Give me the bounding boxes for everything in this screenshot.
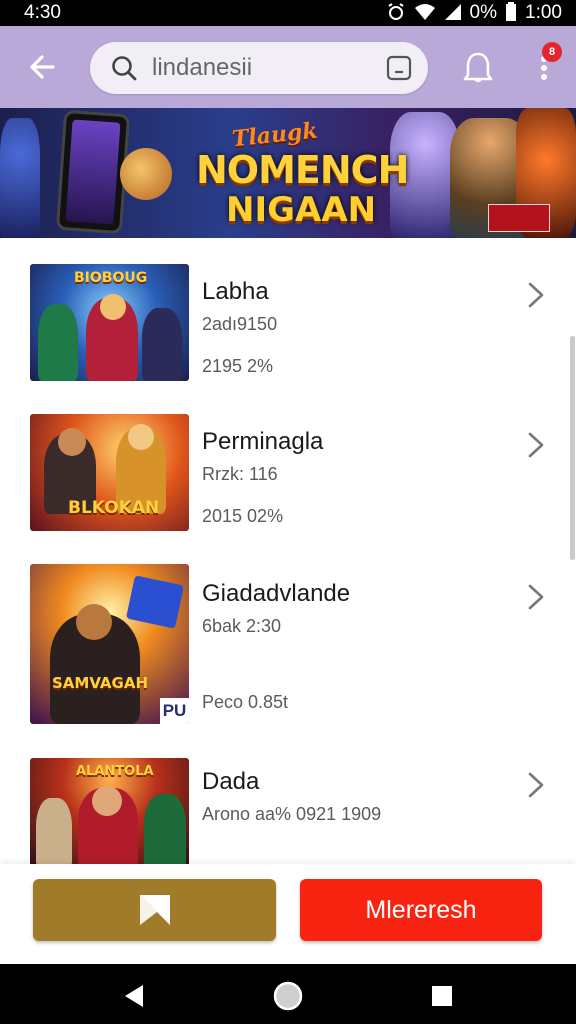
item-thumbnail: SAMVAGAH PU bbox=[30, 564, 189, 724]
wifi-icon bbox=[414, 3, 436, 24]
banner-character-left bbox=[0, 118, 40, 238]
scan-icon[interactable] bbox=[386, 55, 412, 81]
status-time-right: 1:00 bbox=[525, 2, 562, 23]
system-nav-bar bbox=[0, 964, 576, 1024]
notification-badge: 8 bbox=[542, 42, 562, 62]
app-bar: lindanesii 8 bbox=[0, 26, 576, 108]
back-button[interactable] bbox=[12, 37, 72, 97]
battery-icon bbox=[505, 1, 517, 25]
game-list: BIOBOUG Labha 2adı9150 2195 2% BLKOKAN P… bbox=[0, 238, 576, 864]
thumb-logo: SAMVAGAH bbox=[52, 674, 149, 692]
item-subtitle: Rrzk: 116 bbox=[202, 464, 278, 484]
search-input[interactable]: lindanesii bbox=[90, 42, 428, 94]
item-subtitle: 2adı9150 bbox=[202, 314, 278, 334]
nav-back-button[interactable] bbox=[116, 978, 152, 1014]
notification-button[interactable] bbox=[456, 46, 500, 90]
chevron-right-icon bbox=[528, 584, 544, 610]
scrollbar[interactable] bbox=[570, 336, 575, 560]
item-title: Labha bbox=[202, 278, 269, 305]
play-store-icon bbox=[139, 895, 170, 925]
item-meta: 2195 2% bbox=[202, 356, 274, 376]
nav-home-icon bbox=[273, 981, 303, 1011]
chevron-right-icon bbox=[528, 432, 544, 458]
thumb-badge: PU bbox=[160, 698, 189, 724]
item-title: Dada bbox=[202, 768, 260, 795]
item-subtitle: 6bak 2:30 bbox=[202, 616, 282, 636]
thumb-logo: ALANTOLA bbox=[76, 764, 154, 779]
nav-home-button[interactable] bbox=[270, 978, 306, 1014]
thumb-logo: BIOBOUG bbox=[74, 270, 148, 286]
refresh-button[interactable]: Mlereresh bbox=[300, 879, 542, 941]
item-subtitle: Arono aa% 0921 1909 bbox=[202, 804, 382, 824]
item-thumbnail: BIOBOUG bbox=[30, 264, 189, 381]
item-title: Giadadvlande bbox=[202, 580, 351, 607]
promo-banner[interactable]: Tlaugk NOMENCH NIGAAN bbox=[0, 108, 576, 238]
list-item[interactable]: ALANTOLA Dada Arono aa% 0921 1909 bbox=[0, 748, 576, 864]
phone-illustration bbox=[55, 109, 131, 235]
search-icon bbox=[112, 56, 137, 81]
banner-title-main: NOMENCH bbox=[196, 148, 409, 192]
chevron-right-icon bbox=[528, 772, 544, 798]
bell-icon bbox=[463, 52, 493, 83]
alarm-icon bbox=[386, 2, 406, 25]
banner-title-sub: NIGAAN bbox=[226, 190, 377, 230]
nav-recents-icon bbox=[432, 986, 452, 1006]
list-item[interactable]: BIOBOUG Labha 2adı9150 2195 2% bbox=[0, 258, 576, 408]
play-store-button[interactable] bbox=[33, 879, 276, 941]
list-item[interactable]: SAMVAGAH PU Giadadvlande 6bak 2:30 Peco … bbox=[0, 560, 576, 730]
status-icons: 0% 1:00 bbox=[386, 1, 562, 25]
list-item[interactable]: BLKOKAN Perminagla Rrzk: 116 2015 02% bbox=[0, 408, 576, 558]
battery-percent: 0% bbox=[469, 2, 498, 23]
thumb-logo: BLKOKAN bbox=[68, 498, 160, 518]
status-time: 4:30 bbox=[24, 2, 61, 23]
status-bar: 4:30 0% 1:00 bbox=[0, 0, 576, 26]
nav-back-icon bbox=[125, 985, 143, 1007]
item-meta: Peco 0.85t bbox=[202, 692, 289, 712]
nav-recents-button[interactable] bbox=[424, 978, 460, 1014]
back-arrow-icon bbox=[30, 55, 55, 79]
item-thumbnail: ALANTOLA bbox=[30, 758, 189, 864]
item-meta: 2015 02% bbox=[202, 506, 284, 526]
chevron-right-icon bbox=[528, 282, 544, 308]
search-query-text: lindanesii bbox=[152, 54, 253, 81]
item-title: Perminagla bbox=[202, 428, 324, 455]
banner-character-face bbox=[120, 148, 172, 200]
item-thumbnail: BLKOKAN bbox=[30, 414, 189, 531]
more-options-button[interactable]: 8 bbox=[524, 42, 564, 94]
bottom-action-bar: Mlereresh bbox=[0, 864, 576, 964]
banner-promo-tag bbox=[488, 204, 550, 232]
signal-icon bbox=[444, 3, 462, 24]
